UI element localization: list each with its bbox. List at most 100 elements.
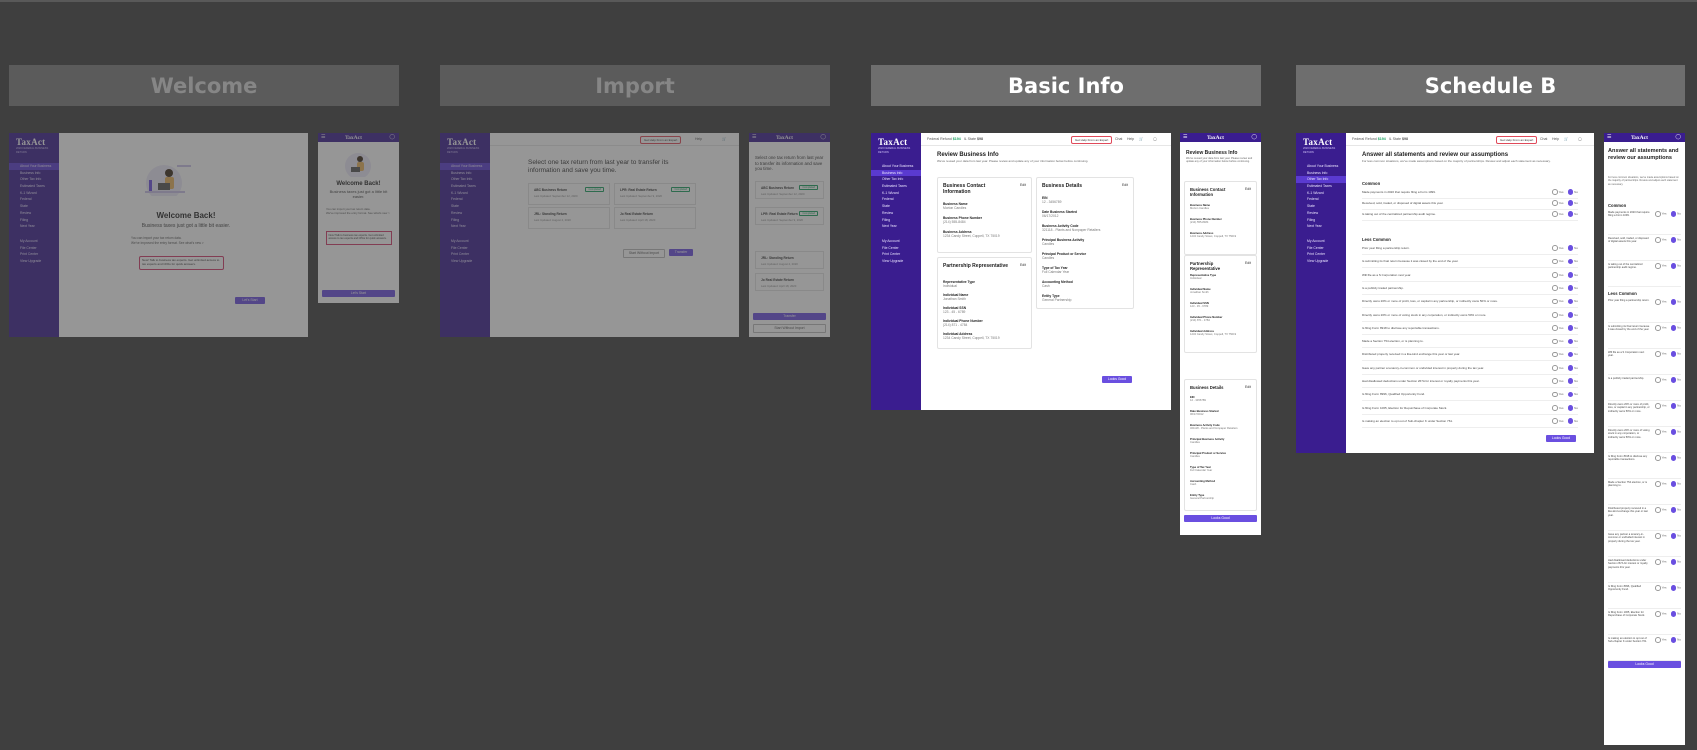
no-radio[interactable]	[1670, 263, 1677, 269]
sidebar-item[interactable]: Business Info	[9, 170, 59, 177]
looks-good-button[interactable]: Looks Good	[1546, 435, 1576, 442]
return-card[interactable]: LPR: Real Estate Return Completed Last Upd…	[755, 207, 824, 225]
sidebar-item[interactable]: K-1 Wizard	[9, 190, 59, 197]
sidebar-link[interactable]: View Upgrade	[440, 258, 490, 265]
no-radio[interactable]	[1567, 378, 1574, 384]
yes-radio[interactable]	[1655, 637, 1661, 643]
yes-radio[interactable]	[1655, 429, 1661, 435]
account-icon[interactable]: ◯	[1251, 134, 1257, 140]
sidebar-link[interactable]: File Center	[1296, 245, 1346, 252]
sidebar-item[interactable]: Review	[871, 210, 921, 217]
sidebar-link[interactable]: File Center	[440, 245, 490, 252]
sidebar-item[interactable]: About Your Business	[9, 163, 59, 170]
no-radio[interactable]	[1567, 391, 1574, 398]
cart-icon[interactable]: 🛒	[722, 137, 726, 141]
sidebar-item[interactable]: Other Tax Info	[1296, 176, 1346, 184]
sidebar-item[interactable]: Estimated Taxes	[1296, 183, 1346, 190]
looks-good-button[interactable]: Looks Good	[1608, 661, 1681, 668]
no-radio[interactable]	[1567, 200, 1574, 206]
sidebar-item[interactable]: Next Year	[9, 223, 59, 230]
sidebar-item[interactable]: Estimated Taxes	[440, 183, 490, 190]
sidebar-item[interactable]: Filing	[440, 217, 490, 224]
yes-radio[interactable]	[1552, 351, 1558, 358]
return-card[interactable]: ABC Business Return Completed Last Updated…	[528, 183, 610, 205]
yes-radio[interactable]	[1655, 507, 1661, 513]
sidebar-item[interactable]: K-1 Wizard	[1296, 190, 1346, 197]
yes-radio[interactable]	[1655, 237, 1661, 243]
yes-radio[interactable]	[1552, 285, 1558, 291]
yes-radio[interactable]	[1655, 611, 1661, 617]
sidebar-item[interactable]: Review	[1296, 210, 1346, 217]
yes-radio[interactable]	[1552, 298, 1558, 305]
looks-good-button[interactable]: Looks Good	[1102, 376, 1132, 383]
yes-radio[interactable]	[1655, 533, 1661, 539]
sidebar-item[interactable]: Review	[9, 210, 59, 217]
lets-start-button[interactable]: Let's Start	[322, 290, 395, 297]
no-radio[interactable]	[1670, 559, 1677, 565]
return-card[interactable]: Jo Real Estate Return Last Updated: April…	[614, 207, 696, 229]
sidebar-link[interactable]: Print Center	[9, 251, 59, 258]
yes-radio[interactable]	[1655, 299, 1661, 305]
help-link[interactable]: Help	[695, 137, 702, 141]
edit-link[interactable]: Edit	[1122, 183, 1128, 187]
cart-icon[interactable]: 🛒	[1139, 137, 1143, 141]
no-radio[interactable]	[1670, 507, 1677, 513]
no-radio[interactable]	[1567, 211, 1574, 217]
yes-radio[interactable]	[1552, 311, 1558, 318]
no-radio[interactable]	[1670, 533, 1677, 539]
menu-icon[interactable]: ☰	[752, 134, 756, 140]
no-radio[interactable]	[1567, 325, 1574, 331]
yes-radio[interactable]	[1552, 405, 1558, 411]
sidebar-item[interactable]: State	[9, 203, 59, 210]
account-icon[interactable]: ◯	[1578, 137, 1582, 141]
sidebar-item[interactable]: Filing	[9, 217, 59, 224]
no-radio[interactable]	[1567, 258, 1574, 265]
no-radio[interactable]	[1567, 189, 1574, 195]
sidebar-item[interactable]: Federal	[9, 196, 59, 203]
no-radio[interactable]	[1670, 611, 1677, 617]
chat-link[interactable]: Chat	[1115, 137, 1122, 141]
sidebar-item[interactable]: Estimated Taxes	[871, 183, 921, 190]
no-radio[interactable]	[1670, 585, 1677, 591]
chat-link[interactable]: Chat	[1540, 137, 1547, 141]
sidebar-item[interactable]: About Your Business	[871, 163, 921, 170]
sidebar-item[interactable]: K-1 Wizard	[871, 190, 921, 197]
no-radio[interactable]	[1670, 237, 1677, 243]
sidebar-link[interactable]: My Account	[871, 238, 921, 245]
yes-radio[interactable]	[1655, 351, 1661, 357]
sidebar-item[interactable]: Federal	[1296, 196, 1346, 203]
sidebar-item[interactable]: Business Info	[871, 169, 921, 177]
cart-icon[interactable]: 🛒	[1564, 137, 1568, 141]
no-radio[interactable]	[1670, 211, 1677, 217]
yes-radio[interactable]	[1655, 263, 1661, 269]
account-icon[interactable]: ◯	[1153, 137, 1157, 141]
sidebar-link[interactable]: Print Center	[1296, 251, 1346, 258]
menu-icon[interactable]: ☰	[1607, 134, 1611, 140]
sidebar-item[interactable]: About Your Business	[1296, 163, 1346, 170]
no-radio[interactable]	[1567, 338, 1574, 345]
no-radio[interactable]	[1670, 637, 1677, 643]
skip-import-button[interactable]: Start Without Import	[753, 324, 826, 333]
sidebar-item[interactable]: Next Year	[440, 223, 490, 230]
return-card[interactable]: JRL: Standing Return Last Updated: August…	[755, 251, 824, 269]
edit-link[interactable]: Edit	[1020, 263, 1026, 267]
expert-help-button[interactable]: Get Help From an Expert	[640, 135, 682, 144]
no-radio[interactable]	[1670, 403, 1677, 409]
transfer-button[interactable]: Transfer	[669, 249, 693, 256]
no-radio[interactable]	[1567, 245, 1574, 251]
lets-start-button[interactable]: Let's Start	[235, 297, 265, 304]
no-radio[interactable]	[1670, 481, 1677, 487]
sidebar-link[interactable]: File Center	[871, 245, 921, 252]
yes-radio[interactable]	[1552, 378, 1558, 384]
yes-radio[interactable]	[1655, 377, 1661, 383]
sidebar-item[interactable]: Federal	[871, 196, 921, 203]
yes-radio[interactable]	[1552, 325, 1558, 331]
no-radio[interactable]	[1567, 405, 1574, 411]
yes-radio[interactable]	[1655, 403, 1661, 409]
edit-link[interactable]: Edit	[1245, 261, 1251, 265]
skip-import-button[interactable]: Start Without Import	[623, 249, 665, 258]
sidebar-item[interactable]: State	[871, 203, 921, 210]
no-radio[interactable]	[1567, 418, 1574, 424]
sidebar-item[interactable]: Business Info	[1296, 170, 1346, 177]
yes-radio[interactable]	[1552, 189, 1558, 195]
